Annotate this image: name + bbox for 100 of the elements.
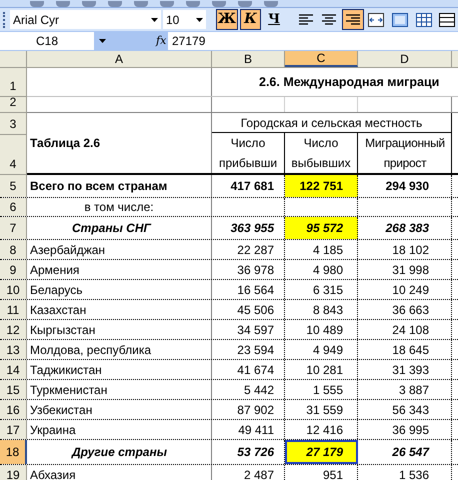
table-cell[interactable]: 18 645 — [358, 340, 452, 359]
table-cell[interactable]: 34 597 — [212, 320, 285, 339]
table-cell[interactable]: 95 572 — [285, 217, 358, 239]
table-cell[interactable]: 1 555 — [285, 380, 358, 399]
table-cell[interactable]: 18 102 — [358, 240, 452, 259]
toolbar-icon[interactable] — [108, 1, 122, 7]
table-cell[interactable]: 4 980 — [285, 260, 358, 279]
toolbar-icon[interactable] — [212, 1, 226, 7]
column-header[interactable]: C — [285, 51, 358, 67]
column-header[interactable]: D — [358, 51, 452, 67]
table-cell[interactable]: 45 506 — [212, 300, 285, 319]
table-cell[interactable]: 36 995 — [358, 420, 452, 439]
font-size-dropdown[interactable]: 10 — [162, 10, 206, 29]
table-cell[interactable]: 12 416 — [285, 420, 358, 439]
table-cell[interactable]: Армения — [27, 260, 212, 279]
table-cell[interactable]: Беларусь — [27, 280, 212, 299]
table-cell[interactable]: 4 185 — [285, 240, 358, 259]
table-cell[interactable]: 49 411 — [212, 420, 285, 439]
row-header[interactable]: 12 — [0, 320, 27, 339]
table-cell[interactable]: 56 343 — [358, 400, 452, 419]
font-name-dropdown[interactable]: Arial Cyr — [10, 10, 161, 29]
column-heading: Число выбывших — [285, 133, 358, 173]
row-header[interactable]: 7 — [0, 217, 27, 239]
table-cell[interactable]: 268 383 — [358, 217, 452, 239]
table-cell[interactable]: Другие страны — [27, 440, 212, 464]
row-header[interactable]: 15 — [0, 380, 27, 399]
table-cell[interactable]: Кыргызстан — [27, 320, 212, 339]
table-cell[interactable]: 122 751 — [285, 175, 358, 197]
table-cell[interactable]: в том числе: — [27, 198, 212, 216]
toolbar-icon[interactable] — [134, 1, 148, 7]
table-cell[interactable]: 3 887 — [358, 380, 452, 399]
row-header[interactable]: 17 — [0, 420, 27, 439]
table-cell[interactable]: 27 179 — [285, 440, 358, 464]
table-cell[interactable]: 4 949 — [285, 340, 358, 359]
row-header[interactable]: 14 — [0, 360, 27, 379]
align-center-icon — [321, 12, 338, 26]
row-header[interactable]: 10 — [0, 280, 27, 299]
row-header[interactable]: 18 — [0, 440, 27, 464]
row-header[interactable]: 9 — [0, 260, 27, 279]
formula-input[interactable]: 27179 — [168, 32, 458, 50]
table-cell[interactable]: 31 559 — [285, 400, 358, 419]
row-header[interactable]: 19 — [0, 465, 27, 480]
row-header[interactable]: 16 — [0, 400, 27, 419]
table-cell[interactable]: 36 978 — [212, 260, 285, 279]
table-cell[interactable]: 31 393 — [358, 360, 452, 379]
table-cell[interactable]: Таджикистан — [27, 360, 212, 379]
table-cell[interactable]: Узбекистан — [27, 400, 212, 419]
table-cell[interactable]: 951 — [285, 465, 358, 480]
underline-button[interactable]: Ч — [263, 9, 285, 30]
row-header[interactable]: 13 — [0, 340, 27, 359]
toolbar-icon[interactable] — [186, 1, 200, 7]
table-cell[interactable]: 22 287 — [212, 240, 285, 259]
toolbar-icon[interactable] — [82, 1, 96, 7]
table-cell[interactable]: 6 315 — [285, 280, 358, 299]
row-header[interactable]: 6 — [0, 198, 27, 216]
table-cell[interactable]: Страны СНГ — [27, 217, 212, 239]
row-header[interactable]: 2 — [0, 97, 26, 113]
function-label[interactable]: fx — [156, 32, 168, 50]
table-cell[interactable]: Азербайджан — [27, 240, 212, 259]
table-cell[interactable]: Туркменистан — [27, 380, 212, 399]
table-cell[interactable]: Абхазия — [27, 465, 212, 480]
table-cell[interactable]: 23 594 — [212, 340, 285, 359]
table-cell[interactable]: 41 674 — [212, 360, 285, 379]
table-cell[interactable]: 31 998 — [358, 260, 452, 279]
table-cell[interactable]: 26 547 — [358, 440, 452, 464]
toolbar-icon[interactable] — [30, 1, 44, 7]
table-cell[interactable]: 36 663 — [358, 300, 452, 319]
column-header[interactable]: A — [27, 51, 212, 67]
grid-icon — [416, 12, 432, 26]
toolbar-icon[interactable] — [264, 1, 278, 7]
table-cell[interactable]: 8 843 — [285, 300, 358, 319]
toolbar-grip-icon — [3, 12, 6, 28]
name-box[interactable]: C18 — [0, 32, 94, 50]
table-cell[interactable]: 1 536 — [358, 465, 452, 480]
row-header[interactable]: 3 — [0, 113, 26, 135]
italic-button[interactable]: К — [240, 9, 262, 30]
table-cell[interactable]: 2 487 — [212, 465, 285, 480]
align-right-button[interactable] — [342, 9, 364, 30]
table-cell[interactable]: 10 489 — [285, 320, 358, 339]
table-cell[interactable]: 87 902 — [212, 400, 285, 419]
table-cell[interactable]: 10 281 — [285, 360, 358, 379]
caret-icon — [196, 18, 204, 22]
table-cell[interactable]: Казахстан — [27, 300, 212, 319]
table-cell[interactable]: 294 930 — [358, 175, 452, 197]
table-cell[interactable]: Молдова, республика — [27, 340, 212, 359]
bold-button[interactable]: Ж — [216, 9, 238, 30]
row-header[interactable]: 5 — [0, 175, 27, 197]
toolbar-icon[interactable] — [56, 1, 70, 7]
toolbar-icon[interactable] — [238, 1, 252, 7]
row-header[interactable]: 11 — [0, 300, 27, 319]
table-cell[interactable]: Украина — [27, 420, 212, 439]
table-cell[interactable]: Всего по всем странам — [27, 175, 212, 197]
table-cell[interactable]: 10 249 — [358, 280, 452, 299]
table-cell[interactable]: 24 108 — [358, 320, 452, 339]
table-cell[interactable]: 5 442 — [212, 380, 285, 399]
row-header[interactable]: 8 — [0, 240, 27, 259]
caret-icon — [98, 39, 106, 43]
table-cell[interactable]: 16 564 — [212, 280, 285, 299]
toolbar-icon[interactable] — [160, 1, 174, 7]
row-header[interactable]: 1 — [0, 68, 26, 97]
